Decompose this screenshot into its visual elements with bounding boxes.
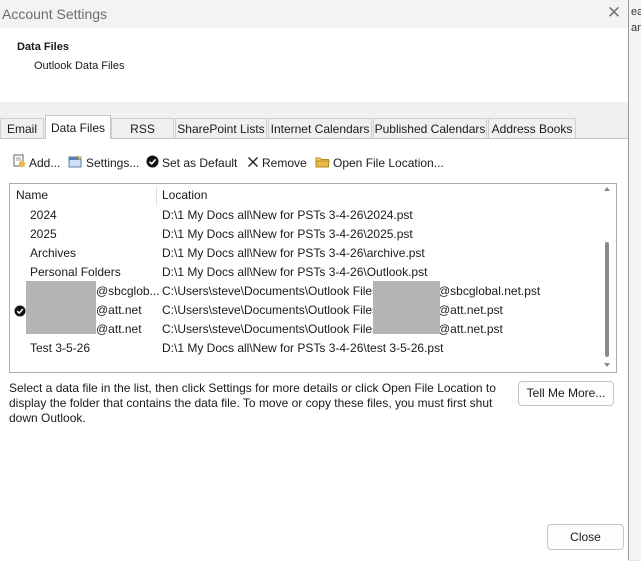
page-title: Data Files xyxy=(17,41,69,53)
list-item[interactable]: Personal Folders D:\1 My Docs all\New fo… xyxy=(10,263,600,282)
file-location-tail: @sbcglobal.net.pst xyxy=(438,284,541,298)
column-header-name[interactable]: Name xyxy=(16,184,48,206)
file-location: D:\1 My Docs all\New for PSTs 3-4-26\tes… xyxy=(162,341,444,355)
file-location: D:\1 My Docs all\New for PSTs 3-4-26\arc… xyxy=(162,246,425,260)
title-bar: Account Settings ✕ xyxy=(0,0,628,28)
remove-x-icon xyxy=(247,154,259,174)
tab-internet-calendars[interactable]: Internet Calendars xyxy=(268,118,372,138)
scroll-down-arrow-icon[interactable] xyxy=(604,363,610,367)
data-files-panel: Add... Settings... Set as Default Remove xyxy=(0,138,628,561)
open-file-location-button[interactable]: Open File Location... xyxy=(315,153,444,173)
window-title: Account Settings xyxy=(2,6,108,22)
file-name: @att.net xyxy=(96,322,142,336)
settings-icon xyxy=(68,154,83,174)
file-name: Test 3-5-26 xyxy=(30,341,91,355)
tell-me-more-button[interactable]: Tell Me More... xyxy=(518,381,614,406)
set-as-default-button[interactable]: Set as Default xyxy=(146,153,237,173)
file-name: Personal Folders xyxy=(30,265,121,279)
tab-sharepoint-lists[interactable]: SharePoint Lists xyxy=(175,118,267,138)
file-location-tail: @att.net.pst xyxy=(438,322,503,336)
toolbar: Add... Settings... Set as Default Remove xyxy=(0,153,628,173)
tab-rss-feeds[interactable]: RSS Feeds xyxy=(111,118,174,156)
list-item[interactable]: @sbcglob... C:\Users\steve\Documents\Out… xyxy=(10,282,600,301)
file-location: C:\Users\steve\Documents\Outlook Files\ xyxy=(162,284,382,298)
remove-label: Remove xyxy=(262,156,307,170)
scroll-up-arrow-icon[interactable] xyxy=(604,187,610,191)
tab-strip: Email Data Files RSS Feeds SharePoint Li… xyxy=(0,115,628,156)
background-text: an xyxy=(631,22,641,34)
file-location: C:\Users\steve\Documents\Outlook Files\ xyxy=(162,303,382,317)
background-text: ea xyxy=(631,6,641,18)
redaction-block xyxy=(26,281,96,334)
remove-button[interactable]: Remove xyxy=(247,153,307,173)
background-window: ea an xyxy=(629,0,641,560)
add-button[interactable]: Add... xyxy=(12,153,60,173)
file-location: D:\1 My Docs all\New for PSTs 3-4-26\202… xyxy=(162,208,413,222)
file-name: @att.net xyxy=(96,303,142,317)
page-subtitle: Outlook Data Files xyxy=(34,60,125,72)
list-item[interactable]: Archives D:\1 My Docs all\New for PSTs 3… xyxy=(10,244,600,263)
settings-label: Settings... xyxy=(86,156,140,170)
list-item[interactable]: Test 3-5-26 D:\1 My Docs all\New for PST… xyxy=(10,339,600,358)
redaction-block xyxy=(373,281,440,334)
tab-address-books[interactable]: Address Books xyxy=(488,118,576,138)
set-as-default-label: Set as Default xyxy=(162,156,238,170)
account-settings-dialog: Account Settings ✕ Data Files Outlook Da… xyxy=(0,0,629,561)
data-files-list[interactable]: Name Location 2024 D:\1 My Docs all\New … xyxy=(9,183,617,373)
default-checkmark-icon xyxy=(14,304,26,317)
close-button[interactable]: Close xyxy=(547,524,624,550)
list-item[interactable]: @att.net C:\Users\steve\Documents\Outloo… xyxy=(10,301,600,320)
tab-data-files[interactable]: Data Files xyxy=(45,115,111,139)
checkmark-circle-icon xyxy=(146,154,159,174)
column-header-location[interactable]: Location xyxy=(162,184,207,206)
folder-icon xyxy=(315,154,330,174)
tab-email[interactable]: Email xyxy=(0,118,44,138)
list-item[interactable]: 2024 D:\1 My Docs all\New for PSTs 3-4-2… xyxy=(10,206,600,225)
list-item[interactable]: 2025 D:\1 My Docs all\New for PSTs 3-4-2… xyxy=(10,225,600,244)
list-item[interactable]: @att.net C:\Users\steve\Documents\Outloo… xyxy=(10,320,600,339)
header-area: Data Files Outlook Data Files xyxy=(0,28,628,102)
scroll-thumb[interactable] xyxy=(605,242,609,357)
add-label: Add... xyxy=(29,156,61,170)
file-location: D:\1 My Docs all\New for PSTs 3-4-26\Out… xyxy=(162,265,428,279)
settings-button[interactable]: Settings... xyxy=(68,153,139,173)
column-divider[interactable] xyxy=(156,186,157,206)
file-location-tail: @att.net.pst xyxy=(438,303,503,317)
close-window-button[interactable]: ✕ xyxy=(604,2,624,24)
add-file-icon xyxy=(12,154,26,174)
file-name: 2025 xyxy=(30,227,57,241)
info-text: Select a data file in the list, then cli… xyxy=(9,381,496,425)
file-name: 2024 xyxy=(30,208,57,222)
file-location: D:\1 My Docs all\New for PSTs 3-4-26\202… xyxy=(162,227,413,241)
file-name: @sbcglob... xyxy=(96,284,160,298)
file-name: Archives xyxy=(30,246,77,260)
file-location: C:\Users\steve\Documents\Outlook Files\ xyxy=(162,322,382,336)
tab-published-calendars[interactable]: Published Calendars xyxy=(373,118,487,138)
open-file-location-label: Open File Location... xyxy=(333,156,444,170)
list-scrollbar[interactable] xyxy=(600,184,615,372)
